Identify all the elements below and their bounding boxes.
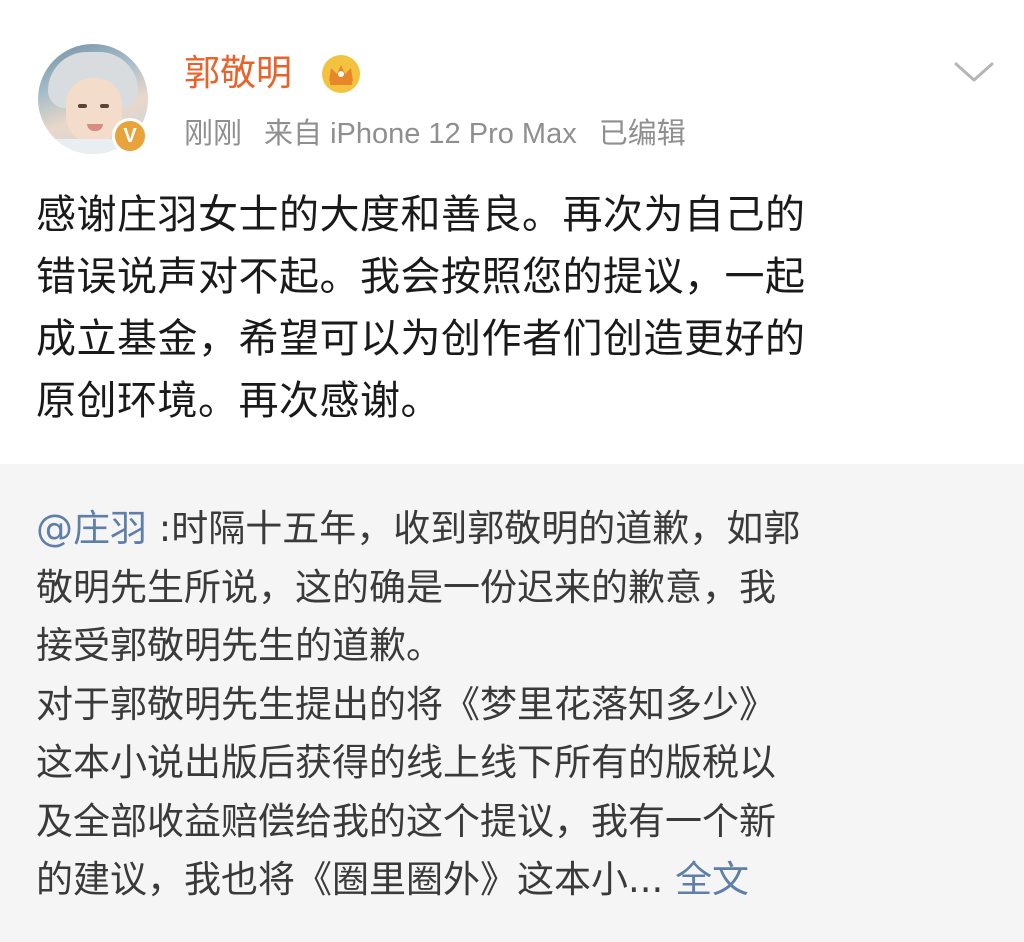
post-header: V 郭敬明 刚刚 来自 iPhone 12 Pro Max 已编辑 — [0, 0, 1024, 170]
post-text: 感谢庄羽女士的大度和善良。再次为自己的 错误说声对不起。我会按照您的提议，一起 … — [36, 184, 986, 432]
repost-text-line: 敬明先生所说，这的确是一份迟来的歉意，我 — [36, 565, 776, 609]
post-text-line: 原创环境。再次感谢。 — [36, 378, 441, 424]
verified-badge-icon: V — [112, 118, 148, 154]
avatar-eye — [78, 104, 87, 108]
mention-link[interactable]: @庄羽 — [36, 507, 147, 550]
post-text-line: 感谢庄羽女士的大度和善良。再次为自己的 — [36, 192, 806, 238]
repost-text-line: 这本小说出版后获得的线上线下所有的版税以 — [36, 741, 776, 784]
repost-text-segment: :时隔十五年，收到郭敬明的道歉，如郭 — [147, 507, 801, 550]
post-time: 刚刚 — [184, 118, 243, 150]
username[interactable]: 郭敬明 — [184, 52, 292, 96]
edited-label[interactable]: 已编辑 — [599, 118, 686, 150]
repost-text-line: 对于郭敬明先生提出的将《梦里花落知多少》 — [36, 682, 776, 726]
post-meta: 刚刚 来自 iPhone 12 Pro Max 已编辑 — [184, 115, 708, 153]
repost-text-line: 接受郭敬明先生的道歉。 — [36, 624, 443, 667]
full-text-link[interactable]: 全文 — [675, 858, 749, 901]
reposted-content[interactable]: @庄羽 :时隔十五年，收到郭敬明的道歉，如郭 敬明先生所说，这的确是一份迟来的歉… — [0, 464, 1024, 942]
repost-text-line: 的建议，我也将《圈里圈外》这本小... 全文 — [36, 851, 996, 910]
chevron-down-icon[interactable] — [952, 58, 996, 86]
post-text-line: 错误说声对不起。我会按照您的提议，一起 — [36, 254, 806, 300]
repost-text-segment: 的建议，我也将《圈里圈外》这本小... — [36, 858, 664, 901]
post-source: 来自 iPhone 12 Pro Max — [264, 118, 577, 150]
post-text-line: 成立基金，希望可以为创作者们创造更好的 — [36, 316, 806, 362]
repost-text-line: @庄羽 :时隔十五年，收到郭敬明的道歉，如郭 — [36, 500, 996, 559]
repost-text-line: 及全部收益赔偿给我的这个提议，我有一个新 — [36, 799, 776, 843]
crown-icon[interactable] — [320, 54, 362, 94]
repost-text: @庄羽 :时隔十五年，收到郭敬明的道歉，如郭 敬明先生所说，这的确是一份迟来的歉… — [36, 500, 996, 910]
avatar-eye — [100, 104, 109, 108]
